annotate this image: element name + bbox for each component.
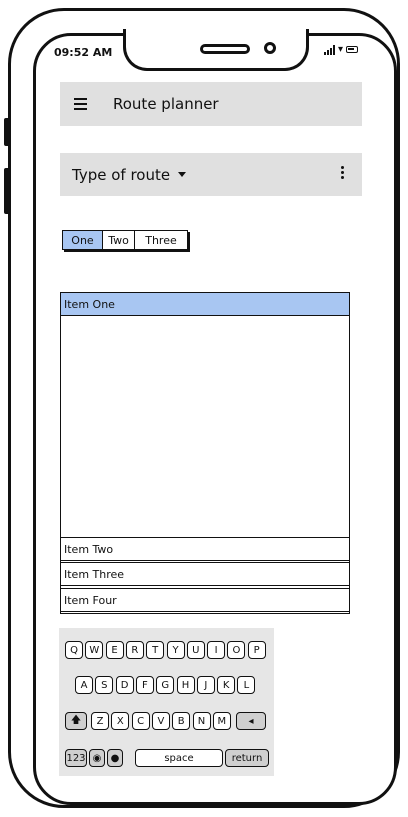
key-j[interactable]: J <box>196 676 215 694</box>
battery-icon <box>346 46 359 53</box>
space-key[interactable]: space <box>135 749 223 767</box>
key-t[interactable]: T <box>146 641 165 659</box>
wifi-icon: ▾ <box>338 44 344 55</box>
list-item[interactable]: Item Three <box>60 562 350 586</box>
globe-icon[interactable]: ◉ <box>89 749 105 767</box>
status-time: 09:52 AM <box>54 46 113 59</box>
status-icons: ▾ <box>324 44 359 55</box>
key-a[interactable]: A <box>75 676 93 694</box>
key-o[interactable]: O <box>227 641 246 659</box>
key-n[interactable]: N <box>192 712 211 730</box>
list-item[interactable]: Item One <box>60 292 350 316</box>
backspace-icon[interactable]: ◂ <box>236 712 266 730</box>
camera-icon <box>264 42 276 54</box>
segmented-control: One Two Three <box>62 230 188 250</box>
key-u[interactable]: U <box>186 641 205 659</box>
side-button <box>4 168 10 214</box>
menu-icon[interactable] <box>74 98 87 110</box>
app-bar: Route planner <box>60 82 362 126</box>
key-d[interactable]: D <box>115 676 134 694</box>
route-type-label: Type of route <box>72 165 171 184</box>
phone-notch <box>123 29 309 71</box>
segment-three[interactable]: Three <box>135 231 187 249</box>
caret-down-icon <box>178 172 187 177</box>
key-w[interactable]: W <box>85 641 104 659</box>
key-b[interactable]: B <box>172 712 191 730</box>
key-l[interactable]: L <box>237 676 256 694</box>
return-key[interactable]: return <box>225 749 269 767</box>
microphone-icon[interactable]: ● <box>107 749 123 767</box>
key-g[interactable]: G <box>156 676 175 694</box>
key-x[interactable]: X <box>111 712 130 730</box>
more-options-icon[interactable] <box>341 166 344 179</box>
key-e[interactable]: E <box>105 641 124 659</box>
key-q[interactable]: Q <box>65 641 83 659</box>
segment-one[interactable]: One <box>63 231 103 249</box>
app-title: Route planner <box>113 95 219 113</box>
signal-icon <box>324 44 335 55</box>
speaker-icon <box>200 44 250 54</box>
key-h[interactable]: H <box>176 676 195 694</box>
list-item[interactable]: Item Four <box>60 588 350 612</box>
key-c[interactable]: C <box>131 712 150 730</box>
key-k[interactable]: K <box>217 676 236 694</box>
key-r[interactable]: R <box>125 641 144 659</box>
numbers-key[interactable]: 123 <box>65 749 87 767</box>
list-item[interactable]: Item Two <box>60 537 350 561</box>
key-y[interactable]: Y <box>166 641 185 659</box>
side-button <box>4 118 10 146</box>
shift-icon[interactable]: 🡅 <box>65 712 87 730</box>
key-m[interactable]: M <box>212 712 231 730</box>
keyboard: Q W E R T Y U I O P A S D F G H J K L 🡅 Z X C V B N M ◂ 123 ◉ ● space re… <box>59 628 274 776</box>
key-z[interactable]: Z <box>91 712 109 730</box>
segment-two[interactable]: Two <box>103 231 135 249</box>
key-i[interactable]: I <box>207 641 226 659</box>
key-f[interactable]: F <box>135 676 154 694</box>
key-v[interactable]: V <box>151 712 170 730</box>
key-p[interactable]: P <box>247 641 266 659</box>
key-s[interactable]: S <box>95 676 114 694</box>
route-type-dropdown[interactable]: Type of route <box>60 153 362 196</box>
